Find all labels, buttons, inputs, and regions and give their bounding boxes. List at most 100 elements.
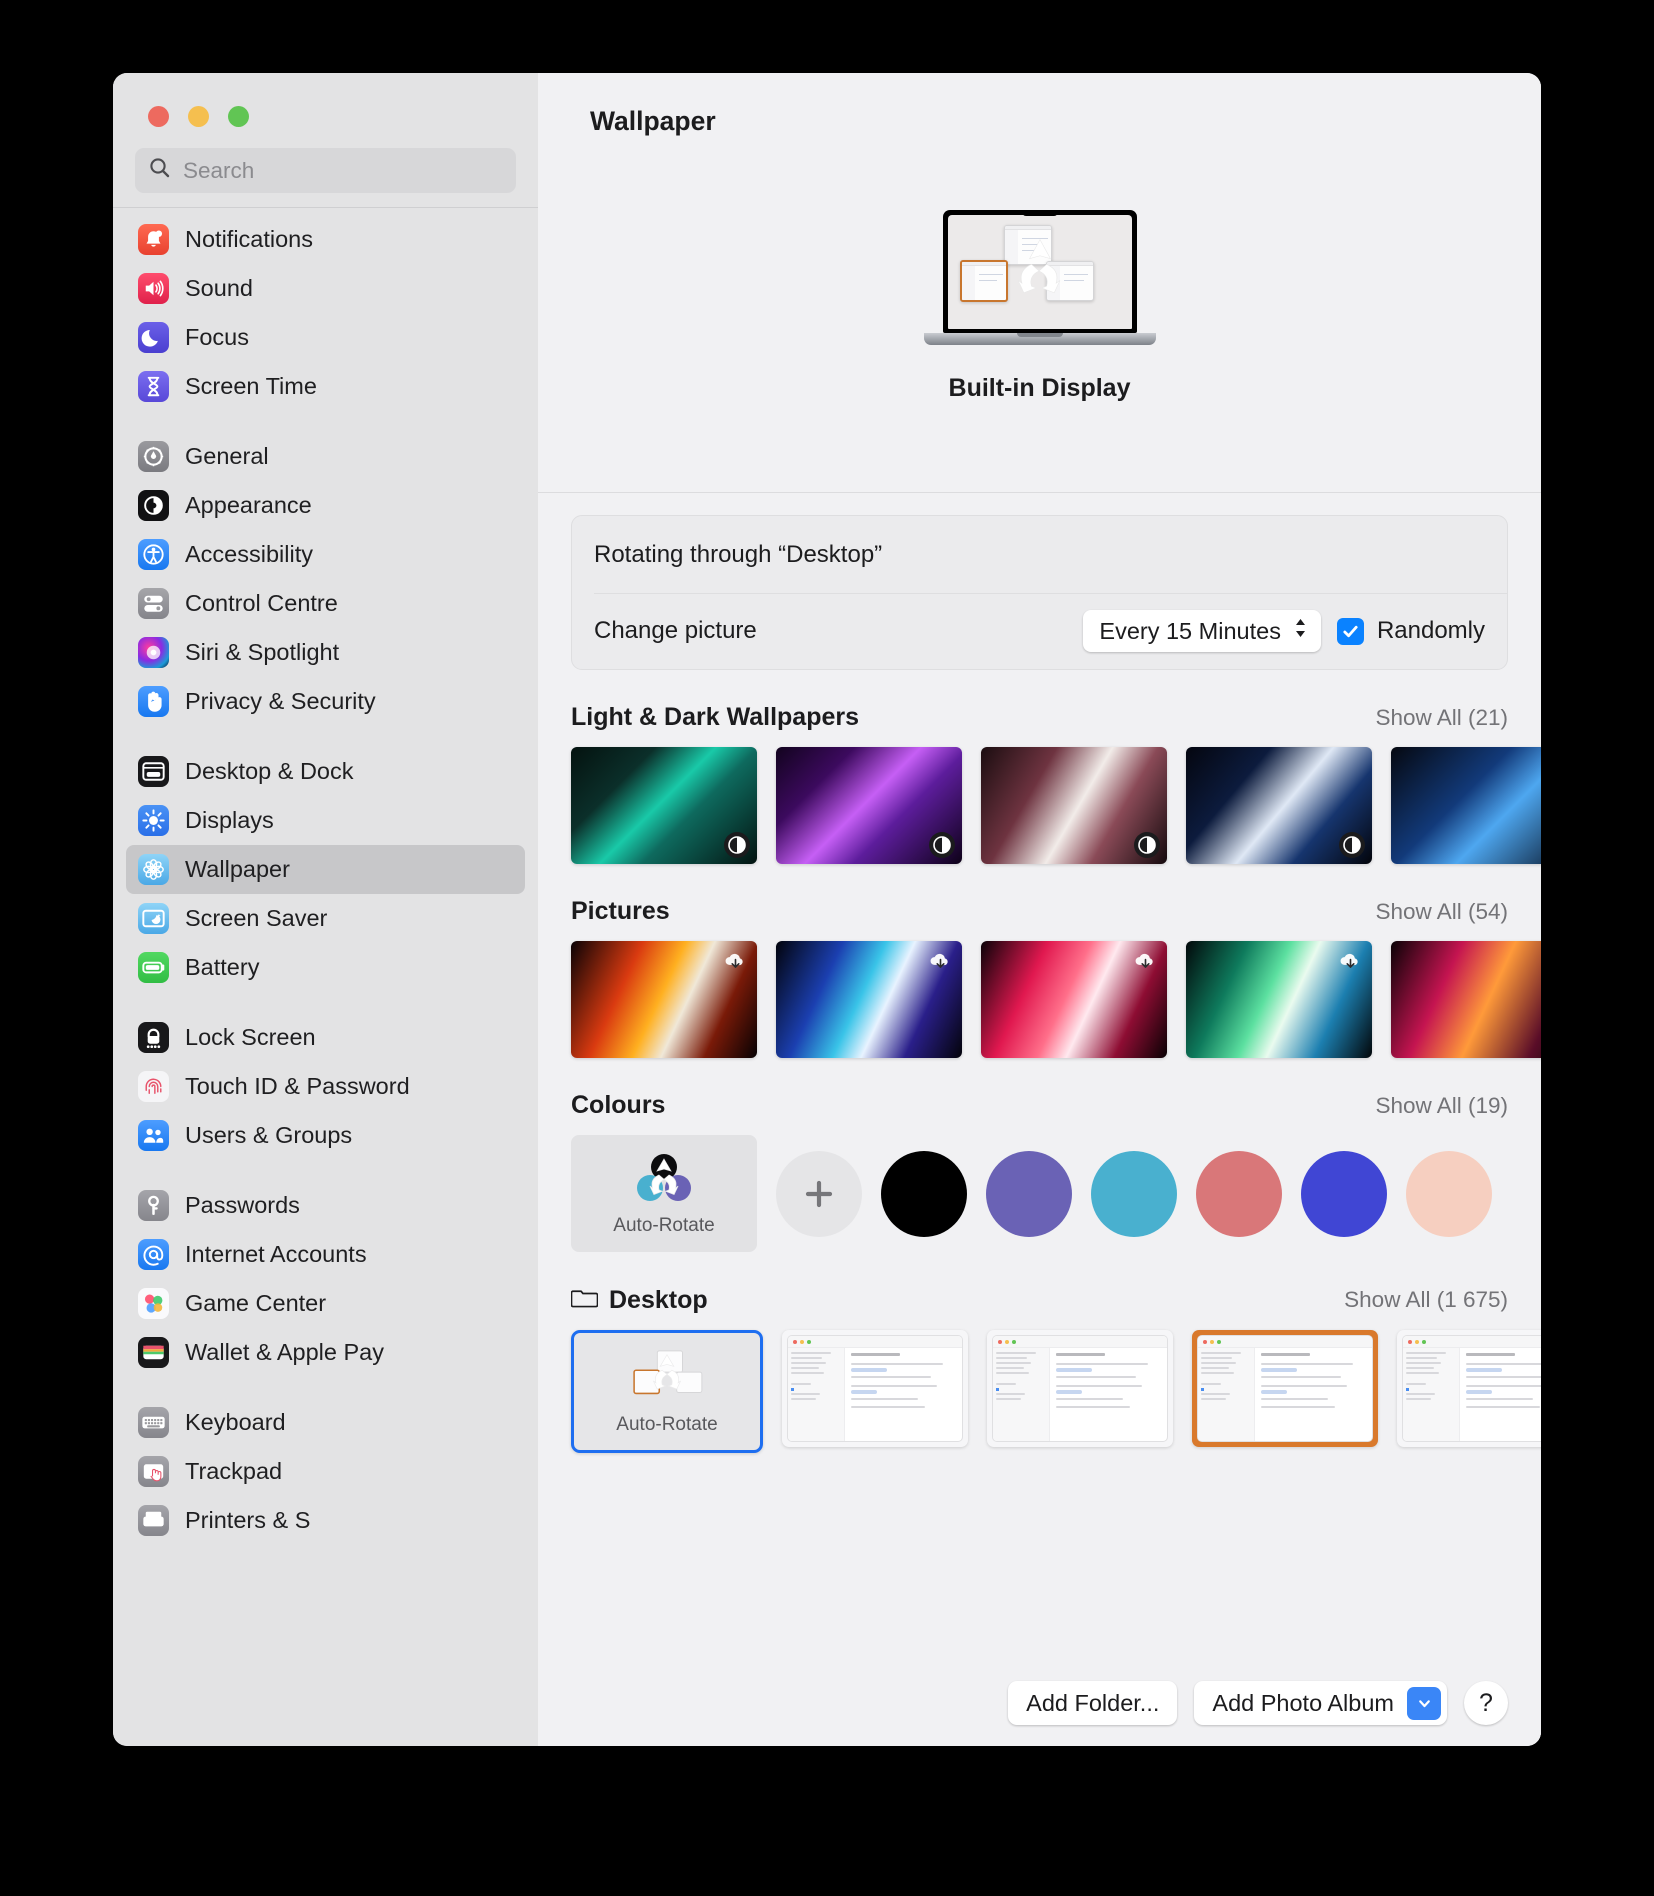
sidebar-item-game-center[interactable]: Game Center (126, 1279, 525, 1328)
sidebar-item-internet-accounts[interactable]: Internet Accounts (126, 1230, 525, 1279)
fingerprint-icon (138, 1071, 169, 1102)
sidebar-item-label: Focus (185, 324, 249, 350)
colour-swatch[interactable] (1196, 1150, 1282, 1237)
desktop-auto-rotate-tile[interactable]: Auto-Rotate (571, 1330, 763, 1453)
change-picture-label: Change picture (594, 617, 757, 644)
wallpaper-thumbnail-row (571, 941, 1541, 1058)
download-icon[interactable] (722, 948, 749, 975)
colour-swatch[interactable] (1091, 1150, 1177, 1237)
wallpaper-thumbnail[interactable] (1186, 747, 1372, 864)
sidebar-item-label: Lock Screen (185, 1024, 316, 1050)
colour-auto-rotate-tile[interactable]: Auto-Rotate (571, 1135, 757, 1252)
at-sign-icon (138, 1239, 169, 1270)
wallpaper-thumbnail[interactable] (571, 747, 757, 864)
sidebar-item-sound[interactable]: Sound (126, 264, 525, 313)
colour-swatch[interactable] (881, 1150, 967, 1237)
section-title: Light & Dark Wallpapers (571, 703, 860, 731)
sidebar-item-desktop-dock[interactable]: Desktop & Dock (126, 747, 525, 796)
sidebar-group-4: Passwords Internet Accounts Game Center Wal… (113, 1181, 538, 1398)
download-icon[interactable] (927, 948, 954, 975)
show-all-link[interactable]: Show All (1 675) (1344, 1287, 1508, 1313)
change-picture-row: Change picture Every 15 Minutes Randomly (572, 594, 1507, 669)
download-icon[interactable] (1132, 948, 1159, 975)
desktop-thumbnail[interactable] (1397, 1330, 1541, 1447)
randomly-checkbox[interactable] (1336, 617, 1364, 645)
section-header: Desktop Show All (1 675) (570, 1285, 1541, 1315)
hand-icon (138, 686, 169, 717)
desktop-thumbnail[interactable] (782, 1330, 968, 1447)
sidebar-item-notifications[interactable]: Notifications (126, 215, 525, 264)
zoom-button[interactable] (228, 106, 249, 127)
sidebar-nav[interactable]: Notifications Sound Focus Screen Time Genera… (113, 208, 538, 1746)
sidebar-item-printers-s[interactable]: Printers & S (126, 1496, 525, 1545)
help-button[interactable]: ? (1464, 1681, 1508, 1725)
sidebar-item-wallet-apple-pay[interactable]: Wallet & Apple Pay (126, 1328, 525, 1377)
wallpaper-thumbnail[interactable] (776, 747, 962, 864)
chevron-down-icon[interactable] (1407, 1686, 1441, 1720)
wallpaper-thumbnail[interactable] (1391, 941, 1541, 1058)
auto-rotate-colour-art (623, 1150, 705, 1212)
sidebar-item-passwords[interactable]: Passwords (126, 1181, 525, 1230)
interval-value: Every 15 Minutes (1099, 617, 1281, 644)
sidebar-item-accessibility[interactable]: Accessibility (126, 530, 525, 579)
desktop-thumbnail-row: Auto-Rotate (571, 1330, 1541, 1453)
rotation-settings-card: Rotating through “Desktop” Change pictur… (571, 515, 1508, 670)
show-all-link[interactable]: Show All (19) (1375, 1093, 1508, 1119)
sidebar-item-label: Keyboard (185, 1409, 286, 1435)
sidebar-item-privacy-security[interactable]: Privacy & Security (126, 677, 525, 726)
wallpaper-thumbnail[interactable] (981, 941, 1167, 1058)
wallpaper-thumbnail[interactable] (981, 747, 1167, 864)
appearance-icon (138, 490, 169, 521)
macbook-illustration (923, 210, 1156, 345)
moon-icon (138, 322, 169, 353)
sidebar-item-trackpad[interactable]: Trackpad (126, 1447, 525, 1496)
show-all-link[interactable]: Show All (21) (1375, 705, 1508, 731)
sidebar-item-wallpaper[interactable]: Wallpaper (126, 845, 525, 894)
light-dark-icon (1134, 832, 1160, 858)
minimize-button[interactable] (188, 106, 209, 127)
colour-swatch[interactable] (986, 1150, 1072, 1237)
window-controls (113, 73, 538, 127)
sidebar-item-label: Game Center (185, 1290, 327, 1316)
sidebar-item-touch-id-password[interactable]: Touch ID & Password (126, 1062, 525, 1111)
randomly-checkbox-row[interactable]: Randomly (1336, 617, 1485, 645)
wallpaper-scroll-area[interactable]: Rotating through “Desktop” Change pictur… (538, 493, 1541, 1660)
colour-swatch[interactable] (1301, 1150, 1387, 1237)
add-folder-button[interactable]: Add Folder... (1008, 1681, 1178, 1725)
desktop-thumbnail[interactable] (1192, 1330, 1378, 1447)
sidebar-item-label: Battery (185, 954, 260, 980)
sidebar-item-lock-screen[interactable]: Lock Screen (126, 1013, 525, 1062)
sidebar-item-general[interactable]: General (126, 432, 525, 481)
control-centre-icon (138, 588, 169, 619)
colour-swatch[interactable] (1406, 1150, 1492, 1237)
sidebar-item-users-groups[interactable]: Users & Groups (126, 1111, 525, 1160)
light-dark-icon (929, 832, 955, 858)
sidebar-item-appearance[interactable]: Appearance (126, 481, 525, 530)
download-icon[interactable] (1337, 948, 1364, 975)
wallpaper-thumbnail[interactable] (1391, 747, 1541, 864)
sidebar-item-focus[interactable]: Focus (126, 313, 525, 362)
close-button[interactable] (148, 106, 169, 127)
wallpaper-thumbnail[interactable] (1186, 941, 1372, 1058)
brightness-icon (138, 805, 169, 836)
sidebar-item-keyboard[interactable]: Keyboard (126, 1398, 525, 1447)
sidebar-item-displays[interactable]: Displays (126, 796, 525, 845)
wallpaper-thumbnail[interactable] (776, 941, 962, 1058)
interval-select[interactable]: Every 15 Minutes (1083, 610, 1321, 652)
folder-icon (570, 1285, 599, 1315)
desktop-thumbnail[interactable] (987, 1330, 1173, 1447)
section-title-wrap: Pictures (571, 897, 670, 926)
search-field[interactable]: Search (135, 148, 516, 193)
wallpaper-thumbnail[interactable] (571, 941, 757, 1058)
sidebar-item-siri-spotlight[interactable]: Siri & Spotlight (126, 628, 525, 677)
sidebar-item-screen-saver[interactable]: Screen Saver (126, 894, 525, 943)
display-preview[interactable]: Built-in Display (923, 210, 1156, 403)
auto-rotate-desktop-art (619, 1347, 715, 1412)
sidebar-item-control-centre[interactable]: Control Centre (126, 579, 525, 628)
sidebar-item-screen-time[interactable]: Screen Time (126, 362, 525, 411)
show-all-link[interactable]: Show All (54) (1375, 899, 1508, 925)
add-colour-button[interactable] (776, 1150, 862, 1237)
chevron-up-down-icon (1293, 616, 1308, 646)
add-photo-album-button[interactable]: Add Photo Album (1194, 1681, 1447, 1725)
sidebar-item-battery[interactable]: Battery (126, 943, 525, 992)
